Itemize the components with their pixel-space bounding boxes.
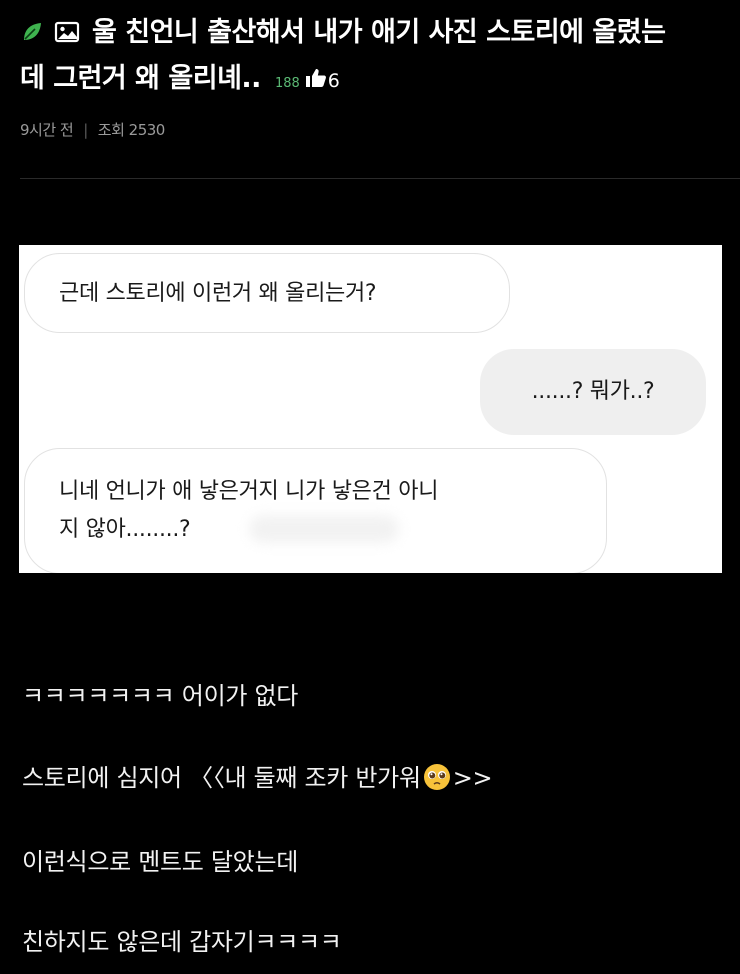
body-line-4: 친하지도 않은데 갑자기ㅋㅋㅋㅋ bbox=[22, 928, 342, 956]
header-divider bbox=[20, 178, 740, 179]
body-line-1: ㅋㅋㅋㅋㅋㅋㅋ 어이가 없다 bbox=[22, 682, 299, 710]
chat-bubble-received-1: 근데 스토리에 이런거 왜 올리는거? bbox=[24, 253, 510, 333]
post-page: 울 친언니 출산해서 내가 애기 사진 스토리에 올렸는 데 그런거 왜 올리녜… bbox=[0, 0, 740, 974]
chat-message-3-line-1: 니네 언니가 애 낳은거지 니가 낳은건 아니 bbox=[59, 479, 439, 504]
post-title-text-1: 울 친언니 출산해서 내가 애기 사진 스토리에 올렸는 bbox=[92, 17, 666, 48]
post-title-line-2[interactable]: 데 그런거 왜 올리녜.. 188 6 bbox=[20, 56, 720, 107]
chat-bubble-received-2: 니네 언니가 애 낳은거지 니가 낳은건 아니 지 않아........? bbox=[24, 448, 607, 573]
body-line-2: 스토리에 심지어 〈〈내 둘째 조카 반가워 >> bbox=[22, 758, 493, 793]
like-count: 6 bbox=[327, 70, 340, 92]
post-views: 조회 2530 bbox=[97, 121, 166, 139]
chat-bubble-sent: ......? 뭐가..? bbox=[480, 349, 706, 435]
pleading-face-emoji bbox=[423, 764, 450, 790]
post-header: 울 친언니 출산해서 내가 애기 사진 스토리에 올렸는 데 그런거 왜 올리녜… bbox=[20, 10, 720, 140]
post-title-line-1[interactable]: 울 친언니 출산해서 내가 애기 사진 스토리에 올렸는 bbox=[20, 10, 720, 56]
thumbs-up-icon bbox=[305, 69, 326, 87]
meta-separator: | bbox=[83, 121, 88, 139]
post-meta: 9시간 전 | 조회 2530 bbox=[20, 119, 720, 140]
blurred-region bbox=[249, 515, 399, 543]
body-line-2-suffix: >> bbox=[452, 764, 493, 792]
body-line-2-text: 스토리에 심지어 〈〈내 둘째 조카 반가워 bbox=[22, 764, 421, 792]
post-time: 9시간 전 bbox=[20, 121, 74, 139]
post-title-text-2: 데 그런거 왜 올리녜.. bbox=[20, 63, 261, 94]
chat-message-2: ......? 뭐가..? bbox=[531, 379, 655, 404]
reply-count: 188 bbox=[274, 76, 300, 91]
leaf-icon bbox=[24, 23, 41, 40]
image-icon bbox=[54, 21, 80, 43]
chat-screenshot-image: 근데 스토리에 이런거 왜 올리는거? ......? 뭐가..? 니네 언니가… bbox=[19, 245, 722, 573]
chat-message-1: 근데 스토리에 이런거 왜 올리는거? bbox=[59, 281, 377, 306]
body-line-3: 이런식으로 멘트도 달았는데 bbox=[22, 848, 299, 876]
